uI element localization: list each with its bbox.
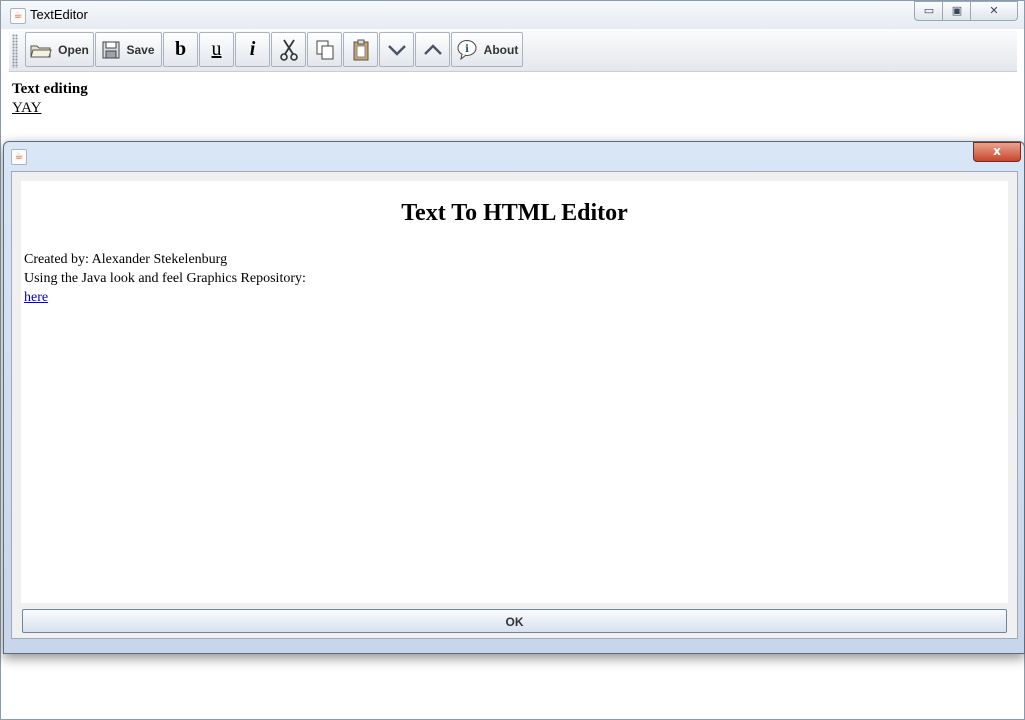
chevron-up-icon [423,43,443,57]
paste-button[interactable] [343,32,378,67]
dialog-close-button[interactable]: x [973,142,1021,162]
open-label: Open [58,42,89,57]
clipboard-icon [352,39,370,61]
repository-link[interactable]: here [24,290,48,306]
window-title: TextEditor [30,7,88,22]
move-up-button[interactable] [415,32,450,67]
close-button[interactable]: ✕ [970,1,1018,21]
dialog-title-bar: ☕ x [4,142,1024,168]
about-button[interactable]: i About [451,32,523,67]
copy-icon [315,39,335,61]
underline-button[interactable]: u [199,32,234,67]
info-bubble-icon: i [456,39,478,61]
open-button[interactable]: Open [25,32,94,67]
italic-button[interactable]: i [235,32,270,67]
about-label: About [483,42,519,57]
save-button[interactable]: Save [95,32,162,67]
cut-button[interactable] [271,32,306,67]
credits-text: Created by: Alexander Stekelenburg [24,252,228,267]
folder-icon [30,42,52,58]
bold-button[interactable]: b [163,32,198,67]
chevron-down-icon [387,43,407,57]
toolbar-grip[interactable] [12,34,18,68]
about-dialog: ☕ x Text To HTML Editor Created by: Alex… [3,141,1025,654]
underline-label: u [211,38,222,60]
about-content: Text To HTML Editor Created by: Alexande… [21,181,1008,603]
repository-text: Using the Java look and feel Graphics Re… [24,271,306,286]
minimize-button[interactable]: ▭ [914,1,944,21]
copy-button[interactable] [307,32,342,67]
about-heading: Text To HTML Editor [401,200,628,226]
maximize-button[interactable]: ▣ [942,1,972,21]
editor-line-underline: YAY [12,100,42,116]
dialog-body: Text To HTML Editor Created by: Alexande… [11,171,1018,639]
bold-label: b [174,38,187,60]
toolbar: Open Save b u i i About [9,31,1017,72]
move-down-button[interactable] [379,32,414,67]
scissors-icon [279,39,299,61]
java-app-icon: ☕ [10,8,26,24]
title-bar: ☕ TextEditor ▭ ▣ ✕ [1,1,1024,29]
save-label: Save [126,42,155,57]
ok-button[interactable]: OK [22,609,1007,633]
italic-label: i [249,38,256,60]
svg-text:i: i [465,44,469,55]
java-app-icon: ☕ [11,149,27,165]
editor-line-bold: Text editing [12,81,88,97]
floppy-disk-icon [102,41,120,59]
